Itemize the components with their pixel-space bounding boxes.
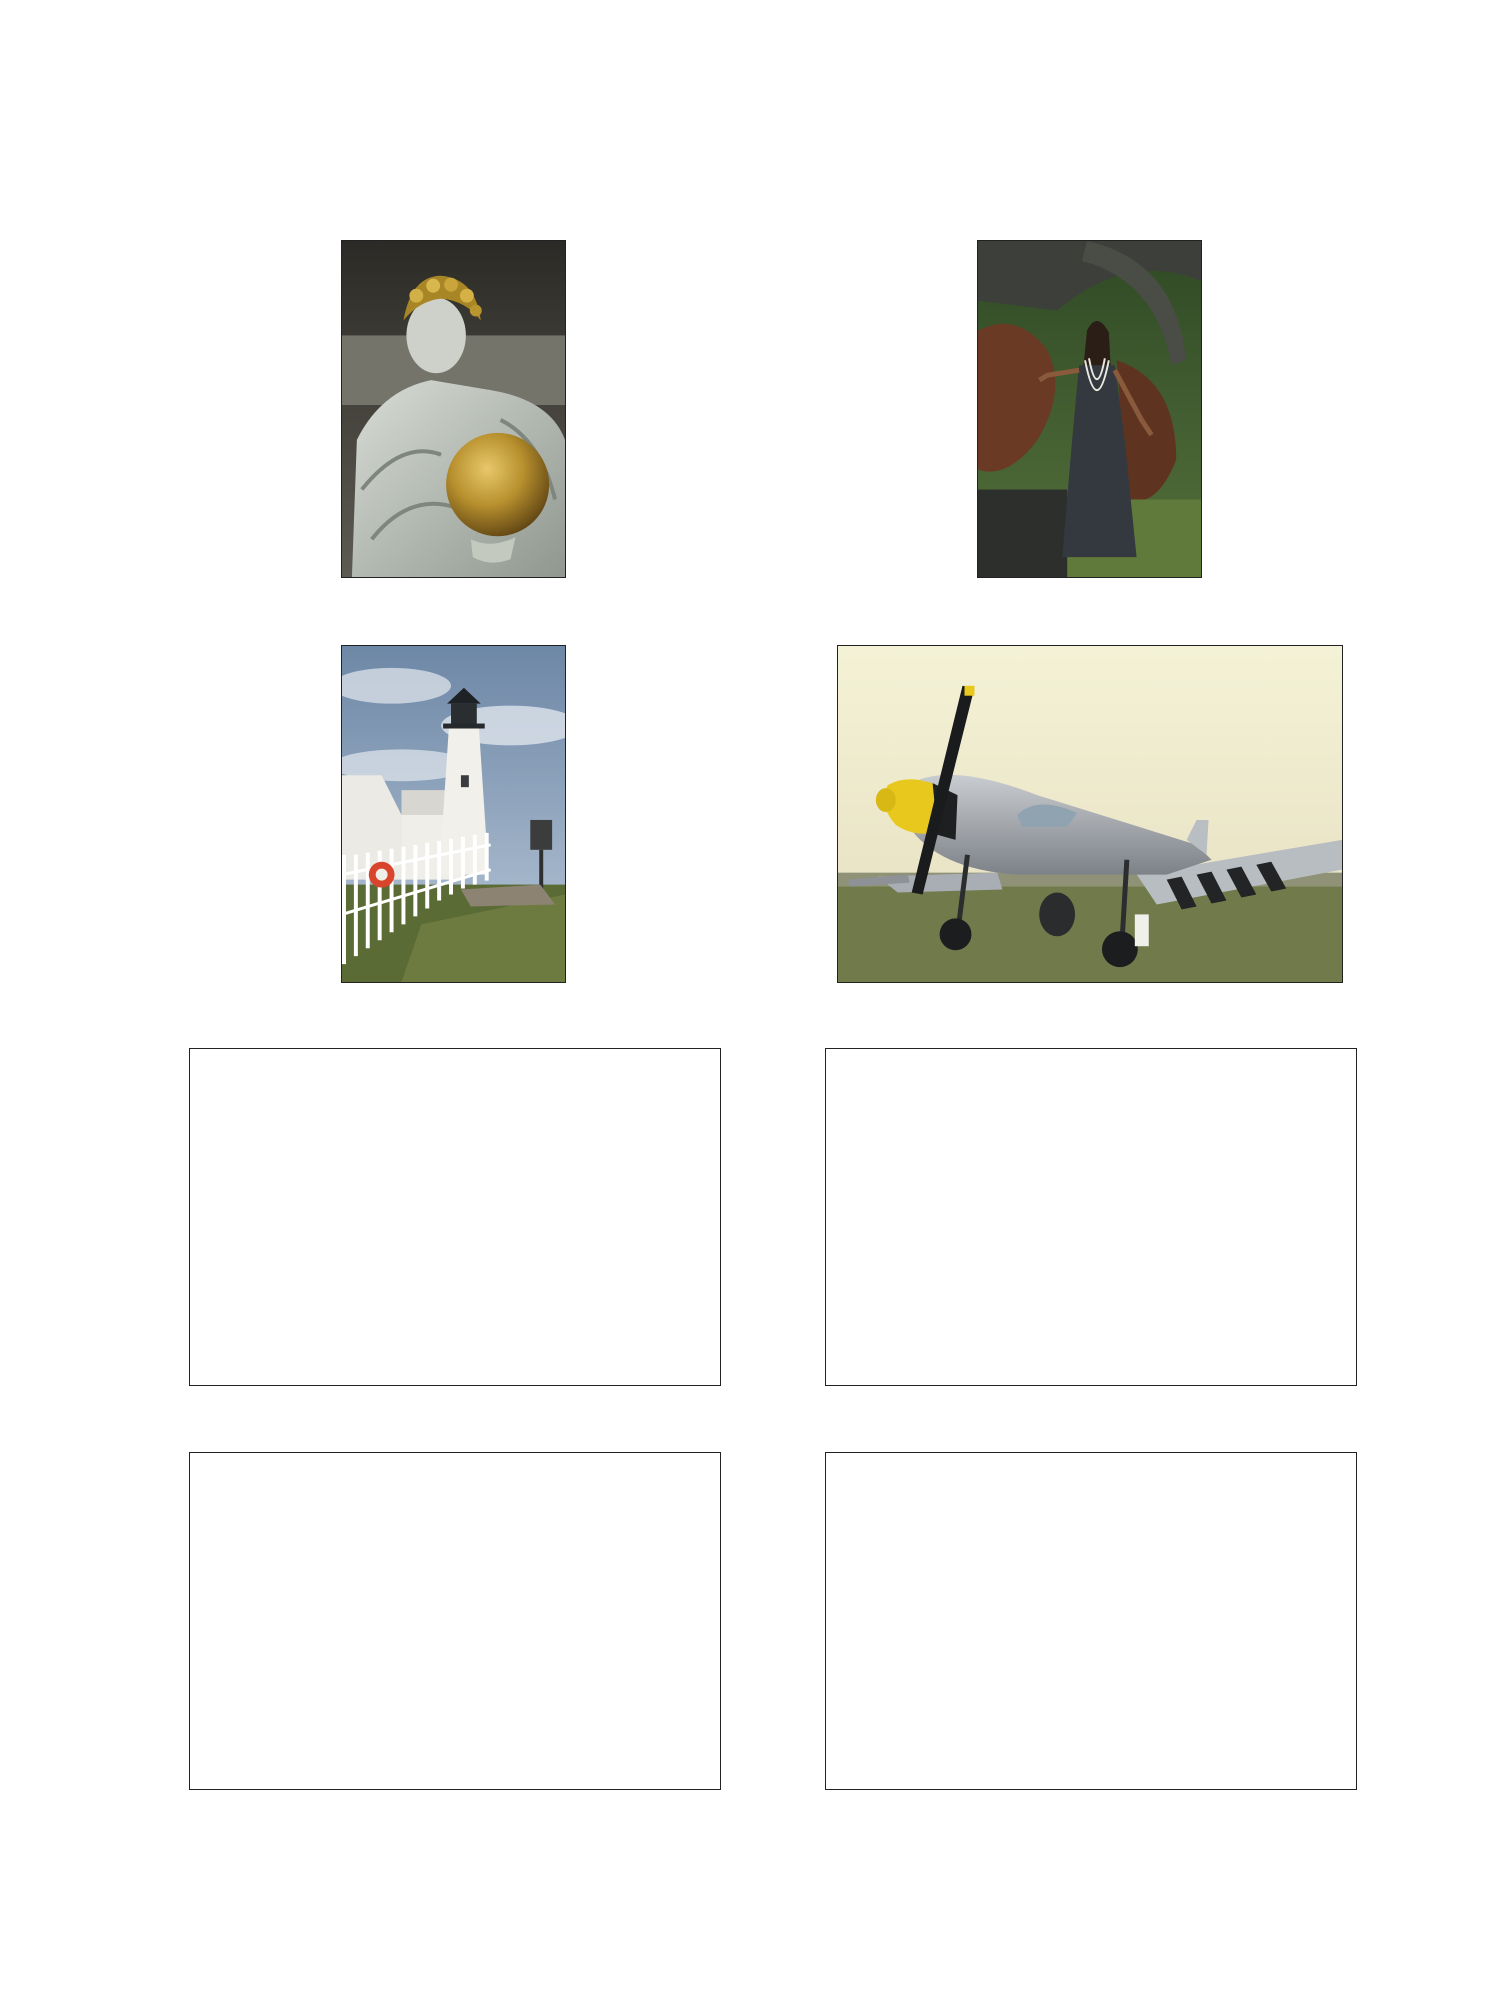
empty-image-frame [189, 1452, 721, 1790]
statue-photo [341, 240, 566, 578]
empty-image-frame [825, 1048, 1357, 1386]
empty-image-frame [189, 1048, 721, 1386]
airplane-photo [837, 645, 1343, 983]
woman-photo [977, 240, 1202, 578]
empty-image-frame [825, 1452, 1357, 1790]
lighthouse-photo [341, 645, 566, 983]
